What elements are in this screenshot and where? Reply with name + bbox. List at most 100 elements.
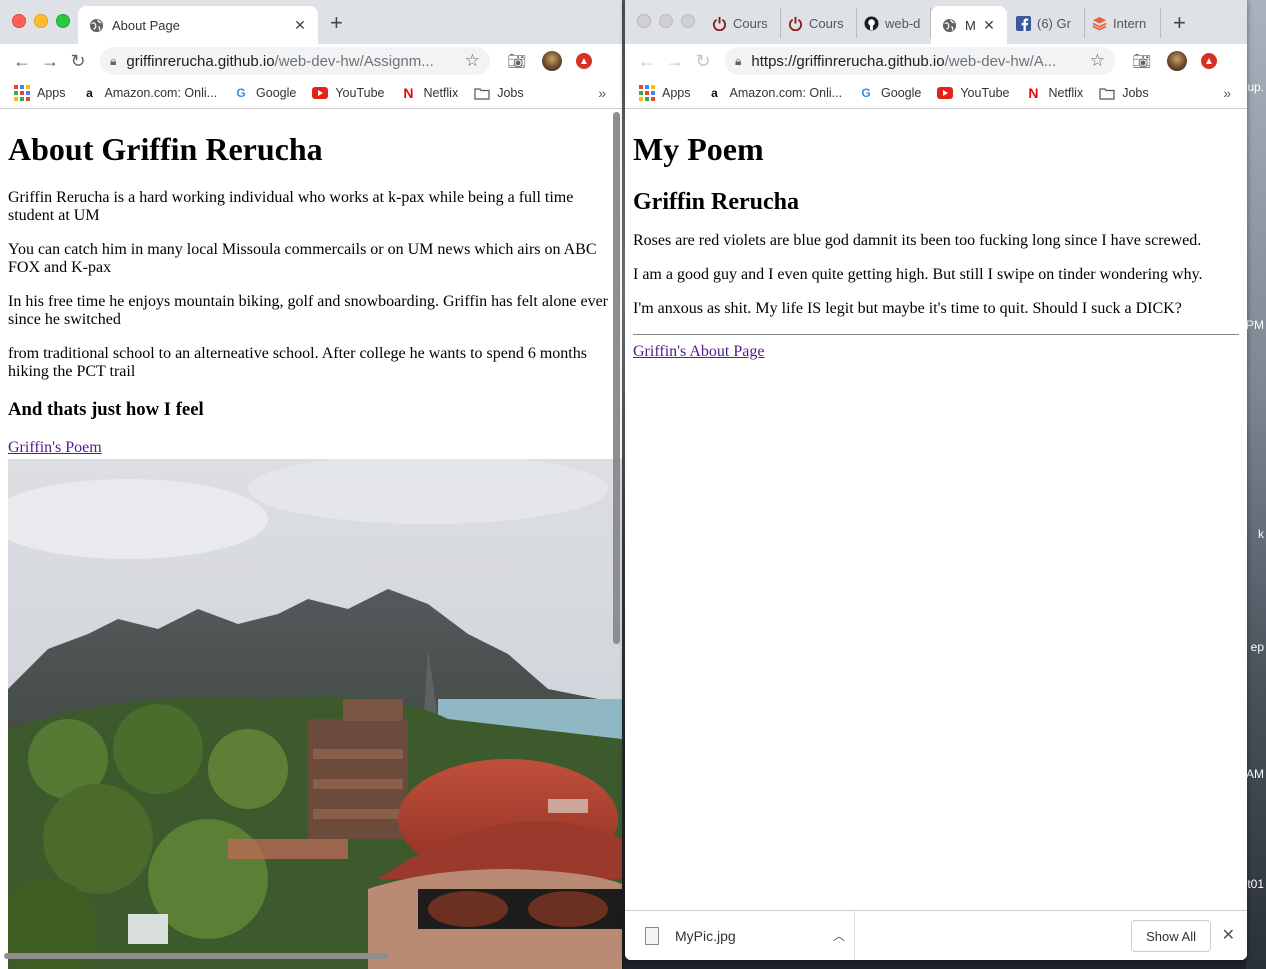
minimize-window-button[interactable] [34,14,48,28]
poem-line: Roses are red violets are blue god damni… [633,232,1202,249]
bookmark-jobs[interactable]: Jobs [1099,85,1149,101]
url-path: /web-dev-hw/A... [944,52,1057,70]
bookmark-star-icon[interactable]: ☆ [1090,51,1105,71]
bookmark-star-icon[interactable]: ☆ [465,51,480,71]
bookmarks-bar: Apps a Amazon.com: Onli... G Google YouT… [625,78,1247,109]
bookmark-amazon[interactable]: a Amazon.com: Onli... [82,85,217,101]
power-icon [711,15,727,31]
bookmark-google[interactable]: G Google [233,85,296,101]
desktop-label: PM [1246,318,1264,332]
reload-icon[interactable]: ↻ [689,51,717,72]
desktop-label: k [1258,527,1264,541]
extension-icon[interactable]: ▲ [576,53,592,69]
close-tab-icon[interactable]: ✕ [292,17,308,34]
bookmark-label: YouTube [960,86,1010,100]
bookmark-amazon[interactable]: a Amazon.com: Onli... [707,85,843,101]
extension-icon[interactable]: ▲ [1201,53,1217,69]
download-item[interactable]: MyPic.jpg ︿ [625,911,855,960]
power-icon [787,15,803,31]
bookmark-jobs[interactable]: Jobs [474,85,524,101]
tab-course-2[interactable]: Cours [781,8,857,38]
show-all-button[interactable]: Show All [1131,920,1211,952]
address-bar[interactable]: 🔒︎ https://griffinrerucha.github.io/web-… [725,47,1115,75]
tab-title: Cours [809,15,844,31]
bookmark-label: Amazon.com: Onli... [729,86,843,100]
tab-about-page[interactable]: About Page ✕ [78,6,318,44]
profile-avatar[interactable] [1167,51,1187,71]
chevron-up-icon[interactable]: ︿ [824,927,854,944]
desktop-label: up. [1247,80,1264,94]
bookmark-label: Apps [662,86,691,100]
close-window-button[interactable] [637,14,651,28]
bookmark-netflix[interactable]: N Netflix [400,85,458,101]
url-host: https://griffinrerucha.github.io [751,52,945,70]
desktop-label: AM [1246,767,1264,781]
bookmark-netflix[interactable]: N Netflix [1025,85,1083,101]
bookmark-label: Google [256,86,297,100]
back-arrow-icon[interactable]: ← [633,51,661,72]
facebook-icon [1015,15,1031,31]
browser-window-poem: Cours Cours web-d My ✕ (6) Gr Intern + ←… [625,0,1247,960]
vertical-scrollbar[interactable] [613,112,620,644]
bookmark-apps[interactable]: Apps [14,85,66,101]
bookmark-label: Google [881,86,922,100]
bookmark-youtube[interactable]: YouTube [937,85,1009,101]
paragraph: In his free time he enjoys mountain biki… [8,293,608,328]
globe-icon [88,17,104,33]
close-tab-icon[interactable]: ✕ [981,17,997,34]
zoom-window-button[interactable] [56,14,70,28]
chevron-more-icon[interactable]: » [598,85,606,101]
tab-title: (6) Gr [1037,15,1071,31]
folder-icon [1099,85,1115,101]
reload-icon[interactable]: ↻ [64,51,92,72]
tab-strip: Cours Cours web-d My ✕ (6) Gr Intern + [625,0,1247,44]
page-content-about: About Griffin Rerucha Griffin Rerucha is… [0,110,622,969]
zoom-window-button[interactable] [681,14,695,28]
bookmark-label: Jobs [497,86,524,100]
netflix-icon: N [1028,85,1039,101]
minimize-window-button[interactable] [659,14,673,28]
close-window-button[interactable] [12,14,26,28]
horizontal-scrollbar[interactable] [4,953,388,959]
forward-arrow-icon[interactable]: → [661,51,689,72]
globe-icon [941,17,957,33]
toolbar: ← → ↻ 🔒︎ https://griffinrerucha.github.i… [625,44,1247,78]
chevron-more-icon[interactable]: » [1223,85,1231,101]
profile-avatar[interactable] [542,51,562,71]
lock-icon: 🔒︎ [110,53,117,68]
lock-icon: 🔒︎ [735,53,742,68]
tab-web-dev[interactable]: web-d [857,8,931,38]
google-icon: G [861,86,871,100]
download-shelf: MyPic.jpg ︿ Show All ✕ [625,910,1247,960]
close-icon[interactable]: ✕ [1222,925,1235,945]
bookmark-apps[interactable]: Apps [639,85,691,101]
tab-my-poem[interactable]: My ✕ [931,6,1007,44]
bookmark-label: Netflix [1048,86,1084,100]
layers-icon [1091,15,1107,31]
download-file-name: MyPic.jpg [675,927,736,944]
new-tab-button[interactable]: + [330,12,343,34]
back-arrow-icon[interactable]: ← [8,51,36,72]
page-content-poem: My Poem Griffin Rerucha Roses are red vi… [625,110,1247,911]
amazon-icon: a [86,86,93,100]
new-tab-button[interactable]: + [1173,12,1186,34]
about-page-link[interactable]: Griffin's About Page [633,343,764,360]
paragraph: Griffin Rerucha is a hard working indivi… [8,189,574,224]
tab-title: About Page [112,17,180,33]
camera-icon[interactable]: 📷︎ [1127,52,1157,70]
browser-window-about: About Page ✕ + ← → ↻ 🔒︎ griffinrerucha.g… [0,0,622,969]
forward-arrow-icon[interactable]: → [36,51,64,72]
desktop-label: ep [1250,640,1264,654]
url-path: /web-dev-hw/Assignm... [274,52,434,70]
file-icon [645,926,659,945]
address-bar[interactable]: 🔒︎ griffinrerucha.github.io/web-dev-hw/A… [100,47,490,75]
tab-facebook[interactable]: (6) Gr [1009,8,1085,38]
tab-course-1[interactable]: Cours [705,8,781,38]
author-heading: Griffin Rerucha [633,189,799,215]
bookmark-youtube[interactable]: YouTube [312,85,384,101]
poem-link[interactable]: Griffin's Poem [8,439,102,456]
camera-icon[interactable]: 📷︎ [502,52,532,70]
bookmark-google[interactable]: G Google [858,85,921,101]
tab-internet[interactable]: Intern [1085,8,1161,38]
toolbar: ← → ↻ 🔒︎ griffinrerucha.github.io/web-de… [0,44,622,78]
